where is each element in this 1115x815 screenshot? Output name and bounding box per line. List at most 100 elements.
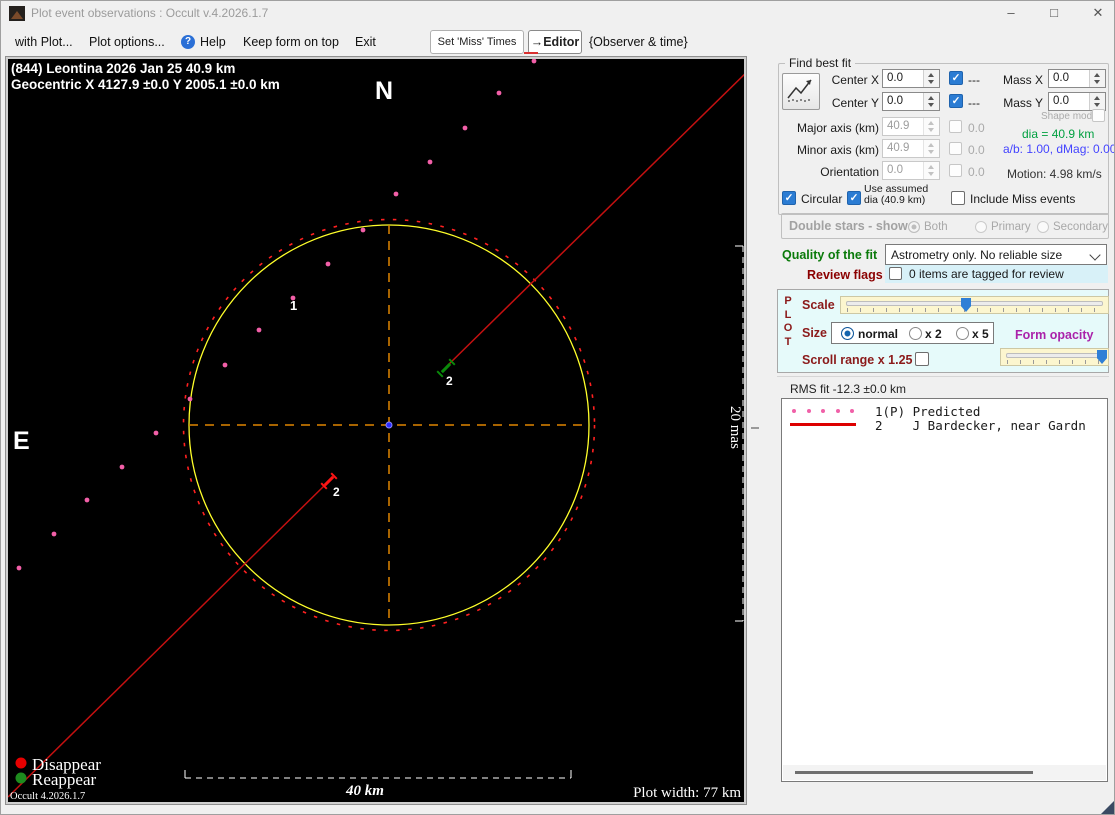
mass-x-value: 0.0 bbox=[1053, 72, 1069, 84]
mass-y-label: Mass Y bbox=[1003, 96, 1043, 110]
list-scrollbar-thumb[interactable] bbox=[795, 771, 1033, 774]
circular-checkbox[interactable] bbox=[782, 191, 796, 205]
plot-controls-panel: P L O T Scale Size normal x 2 x 5 Form o… bbox=[777, 289, 1109, 373]
set-miss-times-button[interactable]: Set 'Miss' Times bbox=[430, 30, 524, 54]
plot-width-label: Plot width: 77 km bbox=[633, 785, 741, 801]
double-stars-primary-label: Primary bbox=[991, 221, 1031, 233]
minor-axis-spinner[interactable]: 40.9 bbox=[882, 139, 940, 158]
major-axis-value: 40.9 bbox=[887, 120, 910, 132]
double-stars-primary-radio[interactable] bbox=[975, 221, 987, 233]
chord2-egress-line bbox=[445, 73, 744, 368]
list-item[interactable]: 2 J Bardecker, near Gardn bbox=[782, 418, 1107, 433]
use-assumed-dia-label: Use assumed dia (40.9 km) bbox=[864, 184, 928, 206]
center-y-spin-buttons[interactable] bbox=[923, 93, 939, 110]
plot-scrollbar-thumb[interactable] bbox=[751, 427, 759, 429]
center-y-label: Center Y bbox=[831, 96, 879, 110]
quality-label: Quality of the fit bbox=[782, 248, 878, 262]
minor-axis-checkbox[interactable] bbox=[949, 142, 962, 155]
maximize-button[interactable]: □ bbox=[1037, 3, 1071, 23]
app-icon-mountain bbox=[11, 11, 23, 19]
orientation-spin-buttons[interactable] bbox=[923, 162, 939, 179]
km-scale-bar bbox=[184, 770, 572, 779]
form-opacity-groove bbox=[1006, 353, 1103, 358]
reappear-legend-icon bbox=[15, 772, 27, 784]
review-flags-checkbox[interactable] bbox=[889, 267, 902, 280]
include-miss-label: Include Miss events bbox=[970, 192, 1076, 206]
observation-id: 2 bbox=[875, 418, 883, 433]
minor-axis-spin-buttons[interactable] bbox=[923, 140, 939, 157]
size-x5-label: x 5 bbox=[972, 327, 989, 341]
quality-combobox[interactable]: Astrometry only. No reliable size bbox=[885, 244, 1107, 265]
plot-canvas[interactable]: 1 2 2 (844) Leontina 2026 Jan 25 40.9 km… bbox=[8, 59, 744, 802]
shape-model-checkbox[interactable] bbox=[1092, 109, 1105, 122]
legend-reappear-label: Reappear bbox=[32, 770, 97, 789]
app-window: Plot event observations : Occult v.4.202… bbox=[0, 0, 1115, 815]
observation-id: 1(P) bbox=[875, 404, 906, 419]
review-flags-box: 0 items are tagged for review bbox=[885, 265, 1108, 283]
center-x-spinner[interactable]: 0.0 bbox=[882, 69, 940, 88]
center-y-checkbox[interactable] bbox=[949, 94, 963, 108]
center-x-spin-buttons[interactable] bbox=[923, 70, 939, 87]
major-axis-checkbox[interactable] bbox=[949, 120, 962, 133]
minor-axis-error: 0.0 bbox=[968, 143, 985, 157]
mass-x-spin-buttons[interactable] bbox=[1089, 70, 1105, 87]
menu-with-plot[interactable]: with Plot... bbox=[15, 35, 73, 49]
quality-value: Astrometry only. No reliable size bbox=[891, 248, 1063, 262]
form-opacity-slider[interactable] bbox=[1000, 348, 1109, 366]
app-icon bbox=[9, 6, 25, 21]
scale-slider[interactable] bbox=[840, 296, 1109, 314]
scale-slider-groove bbox=[846, 301, 1103, 306]
mas-scale-label: 20 mas bbox=[727, 406, 743, 449]
size-x5-radio[interactable] bbox=[956, 327, 969, 340]
center-y-spinner[interactable]: 0.0 bbox=[882, 92, 940, 111]
size-normal-radio[interactable] bbox=[841, 327, 854, 340]
center-y-uncertainty: --- bbox=[968, 96, 980, 110]
observer-time-label: {Observer & time} bbox=[589, 35, 688, 49]
mass-y-spin-buttons[interactable] bbox=[1089, 93, 1105, 110]
orientation-error: 0.0 bbox=[968, 165, 985, 179]
circular-label: Circular bbox=[801, 192, 843, 206]
include-miss-checkbox[interactable] bbox=[951, 191, 965, 205]
north-label: N bbox=[375, 77, 393, 105]
editor-button[interactable]: →Editor bbox=[528, 30, 582, 54]
major-axis-spin-buttons[interactable] bbox=[923, 118, 939, 135]
minor-axis-value: 40.9 bbox=[887, 142, 910, 154]
close-button[interactable]: ✕ bbox=[1081, 3, 1114, 23]
major-axis-spinner[interactable]: 40.9 bbox=[882, 117, 940, 136]
station1-label: 1 bbox=[290, 298, 297, 313]
minimize-button[interactable]: – bbox=[994, 3, 1028, 23]
mass-x-spinner[interactable]: 0.0 bbox=[1048, 69, 1106, 88]
chord2-ingress-line bbox=[8, 483, 327, 798]
observations-listbox[interactable]: 1(P) Predicted 2 J Bardecker, near Gardn bbox=[781, 398, 1108, 782]
center-x-value: 0.0 bbox=[887, 72, 903, 84]
orientation-checkbox[interactable] bbox=[949, 164, 962, 177]
form-opacity-ticks bbox=[1007, 360, 1104, 364]
menu-plot-options[interactable]: Plot options... bbox=[89, 35, 165, 49]
scroll-range-checkbox[interactable] bbox=[915, 352, 929, 366]
list-item[interactable]: 1(P) Predicted bbox=[782, 404, 1107, 419]
disappear-legend-icon bbox=[15, 757, 27, 769]
resize-grip[interactable] bbox=[1101, 801, 1114, 814]
center-x-checkbox[interactable] bbox=[949, 71, 963, 85]
size-x2-radio[interactable] bbox=[909, 327, 922, 340]
menu-exit[interactable]: Exit bbox=[355, 35, 376, 49]
list-horizontal-scrollbar[interactable] bbox=[783, 765, 1106, 780]
double-stars-title: Double stars - show bbox=[789, 219, 908, 233]
plot-header-line1: (844) Leontina 2026 Jan 25 40.9 km bbox=[11, 61, 235, 76]
scale-slider-ticks bbox=[847, 308, 1104, 312]
menu-keep-on-top[interactable]: Keep form on top bbox=[243, 35, 339, 49]
double-stars-both-radio[interactable] bbox=[908, 221, 920, 233]
help-icon[interactable]: ? bbox=[181, 35, 195, 49]
orientation-spinner[interactable]: 0.0 bbox=[882, 161, 940, 180]
observation-row-text: 2 J Bardecker, near Gardn bbox=[875, 418, 1086, 433]
double-stars-secondary-radio[interactable] bbox=[1037, 221, 1049, 233]
menu-help[interactable]: Help bbox=[200, 35, 226, 49]
use-assumed-line2: dia (40.9 km) bbox=[864, 194, 926, 206]
use-assumed-dia-checkbox[interactable] bbox=[847, 191, 861, 205]
observation-row-text: 1(P) Predicted bbox=[875, 404, 980, 419]
center-x-label: Center X bbox=[831, 73, 879, 87]
size-x2-label: x 2 bbox=[925, 327, 942, 341]
motion-text: Motion: 4.98 km/s bbox=[1007, 167, 1102, 181]
observation-name: J Bardecker, near Gardn bbox=[912, 418, 1086, 433]
predicted-dotted-marker bbox=[792, 409, 854, 413]
